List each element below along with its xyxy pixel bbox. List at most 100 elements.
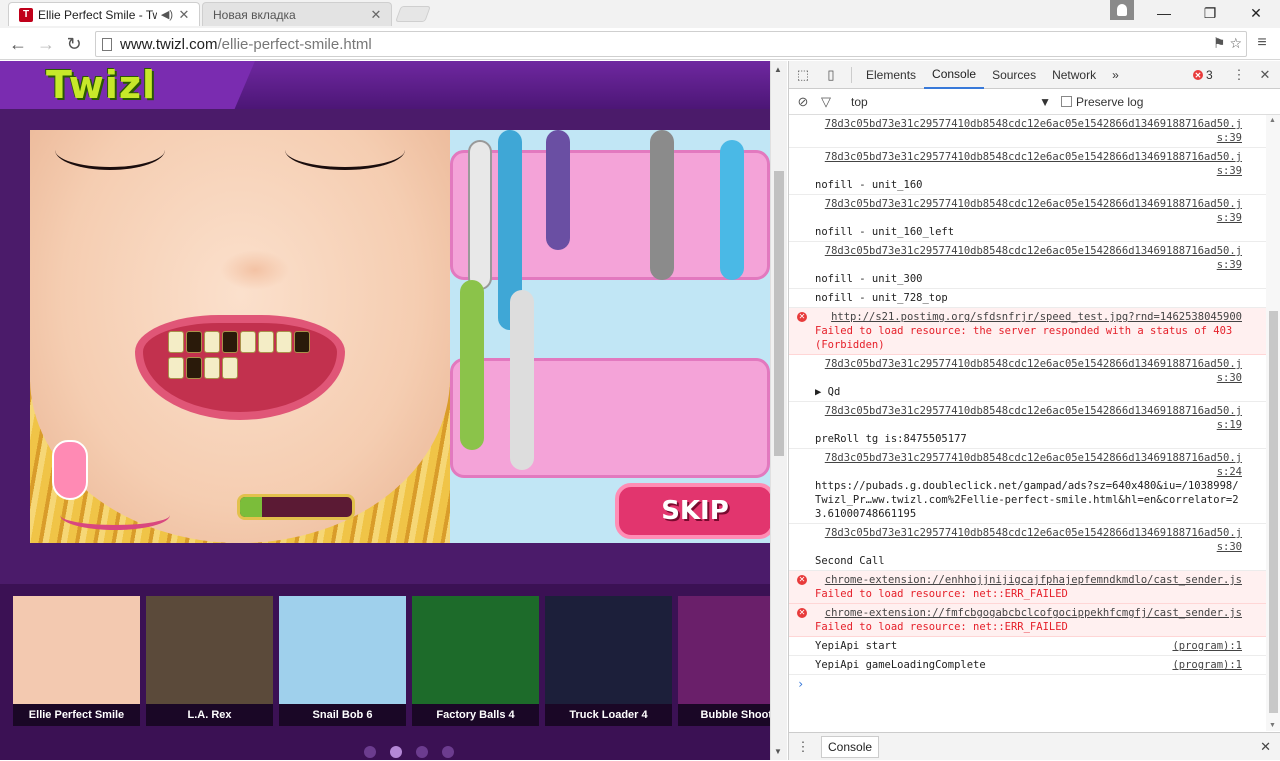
- game-thumbnail[interactable]: Truck Loader 4: [545, 596, 672, 726]
- message-source-link[interactable]: chrome-extension://fmfcbgogabcbclcofgoci…: [815, 606, 1242, 620]
- audio-playing-icon[interactable]: ◀): [161, 8, 173, 21]
- minimize-button[interactable]: —: [1141, 0, 1187, 26]
- tooth[interactable]: [204, 331, 220, 353]
- console-scrollbar[interactable]: ▲ ▼: [1266, 115, 1280, 731]
- scrollbar-thumb[interactable]: [774, 171, 784, 456]
- drawer-menu-icon[interactable]: ⋮: [789, 733, 817, 761]
- browser-toolbar: ← → ↻ www.twizl.com/ellie-perfect-smile.…: [0, 28, 1280, 60]
- message-source-link[interactable]: http://s21.postimg.org/sfdsnfrjr/speed_t…: [815, 310, 1242, 324]
- bookmark-star-icon[interactable]: ☆: [1229, 35, 1242, 52]
- message-source-link[interactable]: (program):1: [1172, 658, 1242, 672]
- dental-tool[interactable]: [546, 130, 570, 250]
- pager-dot[interactable]: [442, 746, 454, 758]
- dental-tool[interactable]: [650, 130, 674, 280]
- close-devtools-icon[interactable]: ✕: [1251, 61, 1279, 89]
- tooth[interactable]: [222, 357, 238, 379]
- game-thumbnail[interactable]: L.A. Rex: [146, 596, 273, 726]
- browser-menu-button[interactable]: ≡: [1252, 34, 1272, 54]
- reload-button[interactable]: ↻: [62, 32, 86, 56]
- url-path: /ellie-perfect-smile.html: [217, 35, 372, 53]
- message-source-link[interactable]: 78d3c05bd73e31c29577410db8548cdc12e6ac05…: [815, 526, 1242, 554]
- tooth[interactable]: [204, 357, 220, 379]
- close-tab-icon[interactable]: ✕: [369, 7, 383, 23]
- close-drawer-icon[interactable]: ✕: [1260, 739, 1271, 755]
- game-canvas[interactable]: SKIP: [30, 130, 770, 543]
- drill-tool[interactable]: [510, 290, 534, 470]
- message-source-link[interactable]: chrome-extension://enhhojjnijigcajfphaje…: [815, 573, 1242, 587]
- tooth[interactable]: [168, 357, 184, 379]
- scrollbar-thumb[interactable]: [1269, 311, 1278, 713]
- console-log-message: 78d3c05bd73e31c29577410db8548cdc12e6ac05…: [789, 402, 1266, 449]
- tab-elements[interactable]: Elements: [858, 61, 924, 89]
- message-text: https://pubads.g.doubleclick.net/gampad/…: [815, 480, 1239, 520]
- restore-button[interactable]: ❐: [1187, 0, 1233, 26]
- game-thumbnail[interactable]: Factory Balls 4: [412, 596, 539, 726]
- page-scrollbar[interactable]: ▲ ▼: [770, 61, 787, 760]
- address-bar[interactable]: www.twizl.com/ellie-perfect-smile.html ⚑…: [95, 31, 1247, 57]
- progress-bar: [237, 494, 355, 520]
- tooth[interactable]: [222, 331, 238, 353]
- new-tab-button[interactable]: [395, 6, 431, 22]
- game-thumbnail[interactable]: Bubble Shooter: [678, 596, 770, 726]
- preserve-log-option[interactable]: Preserve log: [1061, 95, 1143, 109]
- tab-network[interactable]: Network: [1044, 61, 1104, 89]
- tab-title: Новая вкладка: [213, 7, 296, 22]
- preserve-log-checkbox[interactable]: [1061, 96, 1072, 107]
- tab-ellie-perfect-smile[interactable]: T Ellie Perfect Smile - Twizl ◀) ✕: [8, 2, 200, 26]
- message-text: ▶ Qd: [815, 386, 841, 398]
- game-thumbnail[interactable]: Snail Bob 6: [279, 596, 406, 726]
- drawer-tab-console[interactable]: Console: [821, 735, 880, 758]
- scroll-up-icon[interactable]: ▲: [774, 65, 782, 74]
- close-tab-icon[interactable]: ✕: [177, 7, 191, 23]
- message-source-link[interactable]: 78d3c05bd73e31c29577410db8548cdc12e6ac05…: [815, 244, 1242, 272]
- device-toolbar-icon[interactable]: ▯: [817, 61, 845, 89]
- clear-console-icon[interactable]: ⊘: [789, 88, 817, 116]
- context-selector[interactable]: top ▼: [851, 95, 1051, 109]
- tooth[interactable]: [168, 331, 184, 353]
- message-source-link[interactable]: 78d3c05bd73e31c29577410db8548cdc12e6ac05…: [815, 117, 1242, 145]
- tooth[interactable]: [186, 331, 202, 353]
- tab-console[interactable]: Console: [924, 61, 985, 89]
- skip-button[interactable]: SKIP: [615, 483, 770, 539]
- tooth[interactable]: [240, 331, 256, 353]
- close-window-button[interactable]: ✕: [1233, 0, 1279, 26]
- scroll-up-icon[interactable]: ▲: [1269, 117, 1276, 124]
- game-thumbnail[interactable]: Ellie Perfect Smile: [13, 596, 140, 726]
- translate-icon[interactable]: ⚑: [1213, 35, 1226, 52]
- tooth[interactable]: [276, 331, 292, 353]
- tooth[interactable]: [186, 357, 202, 379]
- error-count: 3: [1206, 68, 1213, 82]
- tab-new-tab[interactable]: Новая вкладка ✕: [202, 2, 392, 26]
- message-source-link[interactable]: 78d3c05bd73e31c29577410db8548cdc12e6ac05…: [815, 150, 1242, 178]
- pager-dot[interactable]: [364, 746, 376, 758]
- more-tabs-button[interactable]: »: [1104, 61, 1127, 89]
- message-text: preRoll tg is:8475505177: [815, 433, 967, 445]
- message-source-link[interactable]: 78d3c05bd73e31c29577410db8548cdc12e6ac05…: [815, 404, 1242, 432]
- forward-button[interactable]: →: [34, 32, 58, 56]
- devtools-menu-icon[interactable]: ⋮: [1225, 61, 1253, 89]
- thumbnail-image: [678, 596, 770, 704]
- message-source-link[interactable]: (program):1: [1172, 639, 1242, 653]
- tab-sources[interactable]: Sources: [984, 61, 1044, 89]
- tooth[interactable]: [294, 331, 310, 353]
- message-source-link[interactable]: 78d3c05bd73e31c29577410db8548cdc12e6ac05…: [815, 357, 1242, 385]
- user-profile-button[interactable]: [1110, 0, 1134, 20]
- thumbnail-caption: Bubble Shooter: [678, 704, 770, 726]
- inspect-element-icon[interactable]: ⬚: [789, 61, 817, 89]
- dental-tool[interactable]: [720, 140, 744, 280]
- console-prompt[interactable]: ›: [789, 675, 1266, 693]
- filter-icon[interactable]: ▽: [817, 88, 835, 116]
- drill-tool[interactable]: [460, 280, 484, 450]
- back-button[interactable]: ←: [6, 32, 30, 56]
- tooth[interactable]: [258, 331, 274, 353]
- drag-hint-arrow-icon: [60, 500, 170, 530]
- scroll-down-icon[interactable]: ▼: [1269, 722, 1276, 729]
- error-counter[interactable]: ✕ 3: [1193, 68, 1213, 82]
- message-source-link[interactable]: 78d3c05bd73e31c29577410db8548cdc12e6ac05…: [815, 451, 1242, 479]
- pager-dot[interactable]: [390, 746, 402, 758]
- message-source-link[interactable]: 78d3c05bd73e31c29577410db8548cdc12e6ac05…: [815, 197, 1242, 225]
- console-log-message: 78d3c05bd73e31c29577410db8548cdc12e6ac05…: [789, 115, 1266, 148]
- dental-tool[interactable]: [468, 140, 492, 290]
- pager-dot[interactable]: [416, 746, 428, 758]
- scroll-down-icon[interactable]: ▼: [774, 747, 782, 756]
